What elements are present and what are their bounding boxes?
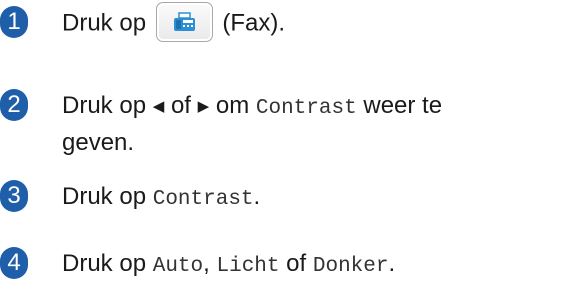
step-text-part: of [170,92,191,119]
step-text-part: Druk op [62,250,147,277]
step-text-part: geven. [62,129,135,156]
step-text-part: Druk op [62,183,147,210]
step-text-part: . [253,183,261,210]
step-prefix: Druk op [62,9,147,37]
step-text-part: . [388,250,396,277]
step-text: Druk op ◀ of ▶ om Contrast weer te geven… [62,89,442,160]
step-4: 4 Druk op Auto, Licht of Donker. [0,247,395,284]
fax-button-label: (Fax). [222,9,286,37]
fax-button[interactable] [155,2,213,42]
step-text: Druk op Auto, Licht of Donker. [62,247,395,284]
menu-option-licht: Licht [216,255,280,278]
step-text: Druk op (Fax). [62,2,286,42]
menu-option-contrast: Contrast [255,97,357,120]
step-text-part: , [203,250,210,277]
step-1: 1 Druk op (Fax). [0,2,286,42]
step-2: 2 Druk op ◀ of ▶ om Contrast weer te gev… [0,89,442,160]
left-arrow-icon: ◀ [152,98,165,115]
step-text: Druk op Contrast. [62,180,260,217]
step-number-badge: 1 [0,6,28,38]
step-text-part: Druk op [62,92,147,119]
fax-icon [173,12,195,31]
step-number-badge: 3 [0,180,28,212]
step-number-badge: 2 [0,89,28,121]
menu-option-donker: Donker [312,255,389,278]
menu-option-auto: Auto [152,255,204,278]
menu-option-contrast: Contrast [152,188,254,211]
right-arrow-icon: ▶ [197,98,210,115]
step-3: 3 Druk op Contrast. [0,180,260,217]
step-text-part: of [286,250,307,277]
step-text-part: weer te [363,92,443,119]
step-number-badge: 4 [0,247,28,279]
step-text-part: om [215,92,250,119]
